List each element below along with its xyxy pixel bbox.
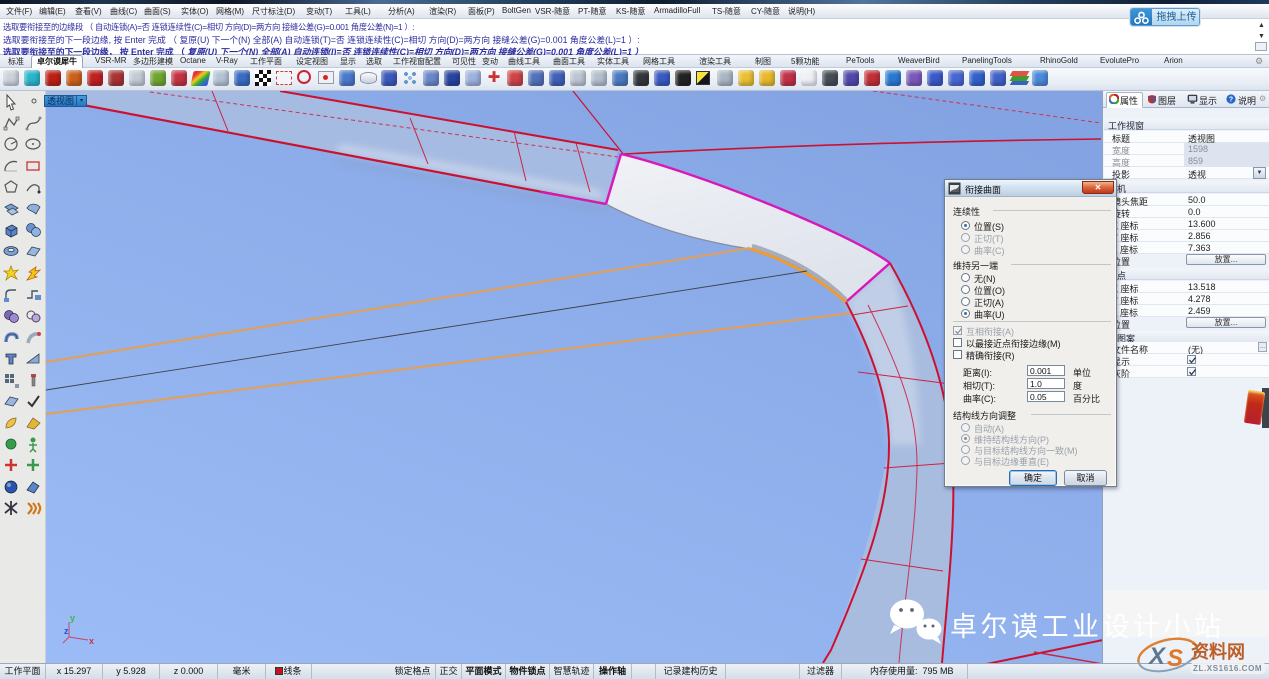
svg-text:ZL.XS1616.COM: ZL.XS1616.COM — [1193, 664, 1262, 673]
svg-text:x: x — [89, 636, 94, 646]
svg-text:z: z — [64, 626, 69, 636]
svg-text:S: S — [1167, 645, 1183, 672]
svg-text:?: ? — [1229, 97, 1233, 104]
svg-text:资料网: 资料网 — [1191, 641, 1245, 662]
svg-text:X: X — [1147, 643, 1167, 670]
svg-text:y: y — [70, 613, 75, 623]
